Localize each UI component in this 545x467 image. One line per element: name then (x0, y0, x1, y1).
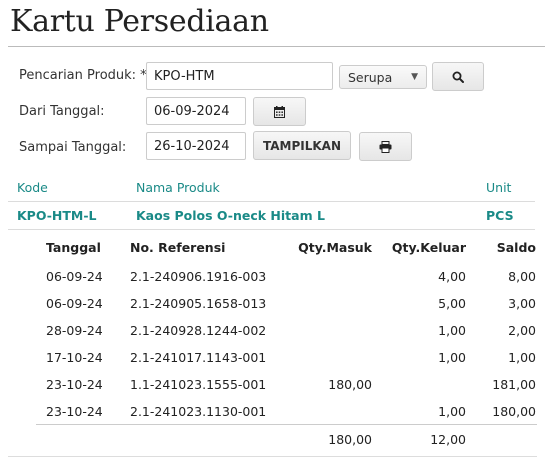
product-unit: PCS (486, 208, 514, 223)
row-date: 28-09-24 (46, 323, 103, 338)
title-divider (8, 46, 545, 47)
row-date: 23-10-24 (46, 377, 103, 392)
product-search-label: Pencarian Produk: * (19, 68, 147, 83)
match-mode-value: Serupa (348, 69, 393, 85)
table-bottom-divider (8, 456, 537, 457)
product-name: Kaos Polos O-neck Hitam L (136, 208, 325, 223)
page-title: Kartu Persediaan (10, 4, 269, 39)
to-date-input[interactable]: 26-10-2024 (146, 132, 246, 160)
calendar-button[interactable] (253, 97, 306, 126)
qty-in-column-header: Qty.Masuk (298, 240, 372, 255)
product-row-divider (8, 229, 535, 230)
show-button[interactable]: TAMPILKAN (253, 131, 351, 160)
row-balance: 1,00 (508, 350, 536, 365)
search-button[interactable] (432, 62, 484, 91)
from-date-label: Dari Tanggal: (19, 104, 105, 119)
row-balance: 2,00 (508, 323, 536, 338)
reference-column-header: No. Referensi (130, 240, 226, 255)
code-column-header: Kode (17, 180, 48, 195)
match-mode-select[interactable]: Serupa ▼ (339, 65, 427, 89)
row-balance: 3,00 (508, 296, 536, 311)
row-balance: 180,00 (492, 404, 536, 419)
balance-column-header: Saldo (496, 240, 536, 255)
caret-down-icon: ▼ (411, 72, 418, 82)
row-balance: 8,00 (508, 269, 536, 284)
total-qty-out: 12,00 (430, 432, 466, 447)
print-icon (379, 140, 392, 153)
row-date: 23-10-24 (46, 404, 103, 419)
to-date-label: Sampai Tanggal: (19, 140, 127, 155)
unit-column-header: Unit (486, 180, 512, 195)
row-date: 06-09-24 (46, 296, 103, 311)
row-reference: 2.1-240906.1916-003 (130, 269, 267, 284)
row-reference: 2.1-240928.1244-002 (130, 323, 267, 338)
row-reference: 2.1-240905.1658-013 (130, 296, 267, 311)
from-date-input[interactable]: 06-09-2024 (146, 97, 246, 125)
date-column-header: Tanggal (46, 240, 101, 255)
product-code: KPO-HTM-L (17, 208, 97, 223)
row-balance: 181,00 (492, 377, 536, 392)
row-reference: 1.1-241023.1555-001 (130, 377, 267, 392)
row-date: 06-09-24 (46, 269, 103, 284)
product-header-divider (8, 201, 535, 202)
print-button[interactable] (359, 132, 412, 161)
row-qty-in: 180,00 (328, 377, 372, 392)
calendar-icon (274, 105, 285, 118)
row-reference: 2.1-241023.1130-001 (130, 404, 267, 419)
total-qty-in: 180,00 (328, 432, 372, 447)
totals-divider (36, 424, 537, 425)
row-reference: 2.1-241017.1143-001 (130, 350, 267, 365)
search-icon (452, 71, 464, 83)
product-search-input[interactable]: KPO-HTM (146, 62, 333, 90)
row-date: 17-10-24 (46, 350, 103, 365)
product-name-column-header: Nama Produk (136, 180, 220, 195)
